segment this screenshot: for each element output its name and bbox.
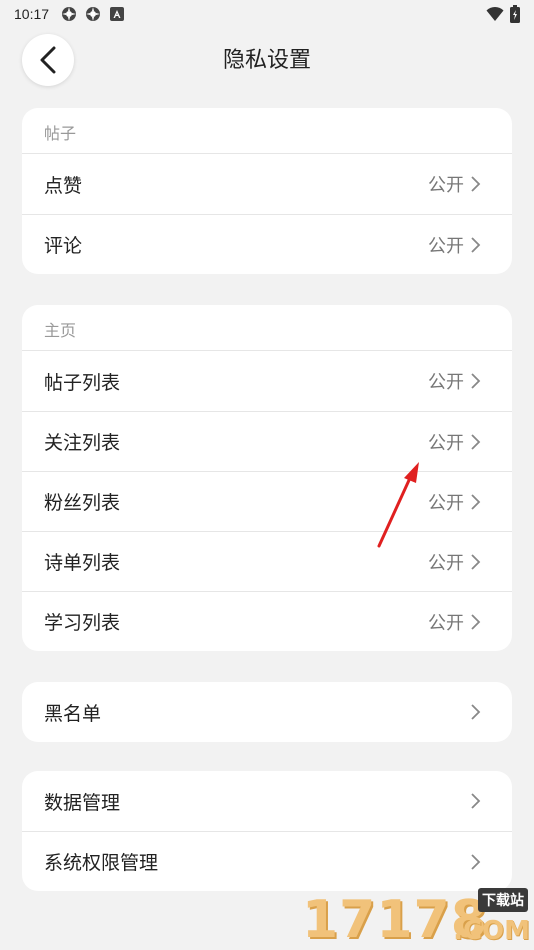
chevron-right-icon <box>471 373 481 389</box>
row-label: 黑名单 <box>44 702 102 725</box>
section-posts: 帖子 点赞 公开 评论 公开 <box>22 108 512 274</box>
row-label: 点赞 <box>44 174 83 197</box>
chevron-right-icon <box>471 433 481 450</box>
chevron-right-icon <box>471 704 481 720</box>
status-bar: 10:17 <box>0 0 534 28</box>
row-label: 帖子列表 <box>44 371 121 394</box>
row-study-list[interactable]: 学习列表 公开 <box>22 591 512 651</box>
row-likes[interactable]: 点赞 公开 <box>22 154 512 214</box>
row-following-list[interactable]: 关注列表 公开 <box>22 411 512 471</box>
row-label: 粉丝列表 <box>44 492 121 514</box>
section-blacklist: 黑名单 <box>22 682 512 742</box>
row-value: 公开 <box>428 372 464 393</box>
section-header: 帖子 <box>22 108 512 154</box>
back-button[interactable] <box>22 34 74 86</box>
row-label: 评论 <box>44 235 83 257</box>
chevron-right-icon <box>471 853 481 870</box>
watermark-badge: 下载站 <box>478 888 528 912</box>
row-post-list[interactable]: 帖子列表 公开 <box>22 351 512 411</box>
watermark-domain: .COM <box>453 916 530 946</box>
chevron-right-icon <box>471 236 481 253</box>
row-value: 公开 <box>428 492 464 514</box>
row-label: 学习列表 <box>44 612 121 634</box>
wifi-icon <box>486 6 504 21</box>
page-title: 隐私设置 <box>222 48 311 73</box>
settings-gear-icon <box>62 7 77 21</box>
row-value: 公开 <box>428 235 464 257</box>
a-notification-icon <box>110 7 125 21</box>
row-value: 公开 <box>428 612 464 634</box>
battery-icon <box>510 5 520 23</box>
row-value: 公开 <box>428 552 464 574</box>
chevron-right-icon <box>471 493 481 510</box>
row-value: 公开 <box>428 175 464 196</box>
section-management: 数据管理 系统权限管理 <box>22 771 512 891</box>
row-system-permission-management[interactable]: 系统权限管理 <box>22 831 512 891</box>
settings-gear-icon <box>86 7 101 21</box>
status-left: 10:17 <box>14 6 125 22</box>
row-fans-list[interactable]: 粉丝列表 公开 <box>22 471 512 531</box>
header: 隐私设置 <box>0 30 534 92</box>
row-comments[interactable]: 评论 公开 <box>22 214 512 274</box>
status-right <box>486 5 520 23</box>
watermark-logo: 17178 下载站 .COM <box>302 888 534 950</box>
row-poem-list[interactable]: 诗单列表 公开 <box>22 531 512 591</box>
row-label: 诗单列表 <box>44 552 121 574</box>
chevron-right-icon <box>471 553 481 570</box>
section-homepage: 主页 帖子列表 公开 关注列表 公开 粉丝列表 公开 诗单列表 公开 学习列表 … <box>22 305 512 651</box>
chevron-right-icon <box>471 793 481 809</box>
row-label: 数据管理 <box>44 791 121 814</box>
row-blacklist[interactable]: 黑名单 <box>22 682 512 742</box>
row-label: 关注列表 <box>44 432 121 454</box>
status-time: 10:17 <box>14 6 50 22</box>
section-header: 主页 <box>22 305 512 351</box>
chevron-left-icon <box>40 46 56 74</box>
row-data-management[interactable]: 数据管理 <box>22 771 512 831</box>
row-value: 公开 <box>428 432 464 454</box>
chevron-right-icon <box>471 176 481 192</box>
row-label: 系统权限管理 <box>44 852 159 874</box>
chevron-right-icon <box>471 613 481 630</box>
